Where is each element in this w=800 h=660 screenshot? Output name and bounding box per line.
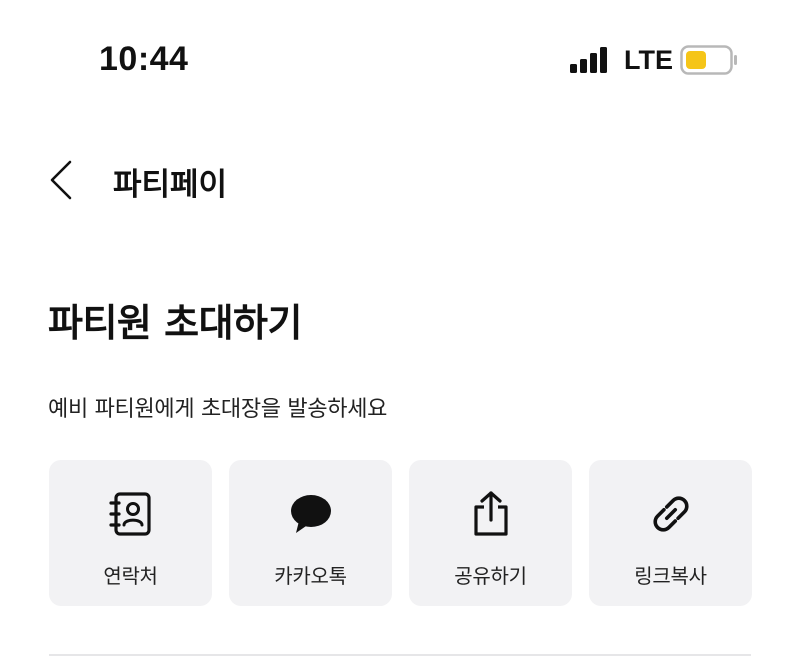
link-icon (653, 496, 689, 532)
battery-low-icon (680, 45, 737, 75)
contact-book-icon (109, 492, 151, 536)
chevron-left-icon (50, 160, 72, 200)
page-subtitle: 예비 파티원에게 초대장을 발송하세요 (48, 397, 388, 422)
contacts-label: 연락처 (103, 564, 158, 588)
kakaotalk-label: 카카오톡 (274, 564, 347, 588)
signal-bars-icon (570, 47, 607, 73)
status-bar: 10:44 LTE (0, 0, 800, 110)
nav-title: 파티페이 (113, 167, 228, 203)
share-icon (474, 491, 508, 536)
network-type: LTE (624, 45, 673, 75)
copy-link-label: 링크복사 (634, 564, 707, 588)
share-button[interactable]: 공유하기 (409, 460, 572, 606)
back-button[interactable] (40, 158, 88, 202)
nav-header: 파티페이 (0, 140, 800, 220)
contacts-button[interactable]: 연락처 (49, 460, 212, 606)
kakaotalk-button[interactable]: 카카오톡 (229, 460, 392, 606)
speech-bubble-icon (291, 495, 331, 533)
divider (49, 654, 751, 656)
copy-link-button[interactable]: 링크복사 (589, 460, 752, 606)
share-label: 공유하기 (454, 564, 527, 588)
page-title: 파티원 초대하기 (48, 301, 302, 345)
share-options: 연락처 카카오톡 공유하기 링크복사 (49, 460, 752, 606)
status-time: 10:44 (99, 40, 189, 78)
